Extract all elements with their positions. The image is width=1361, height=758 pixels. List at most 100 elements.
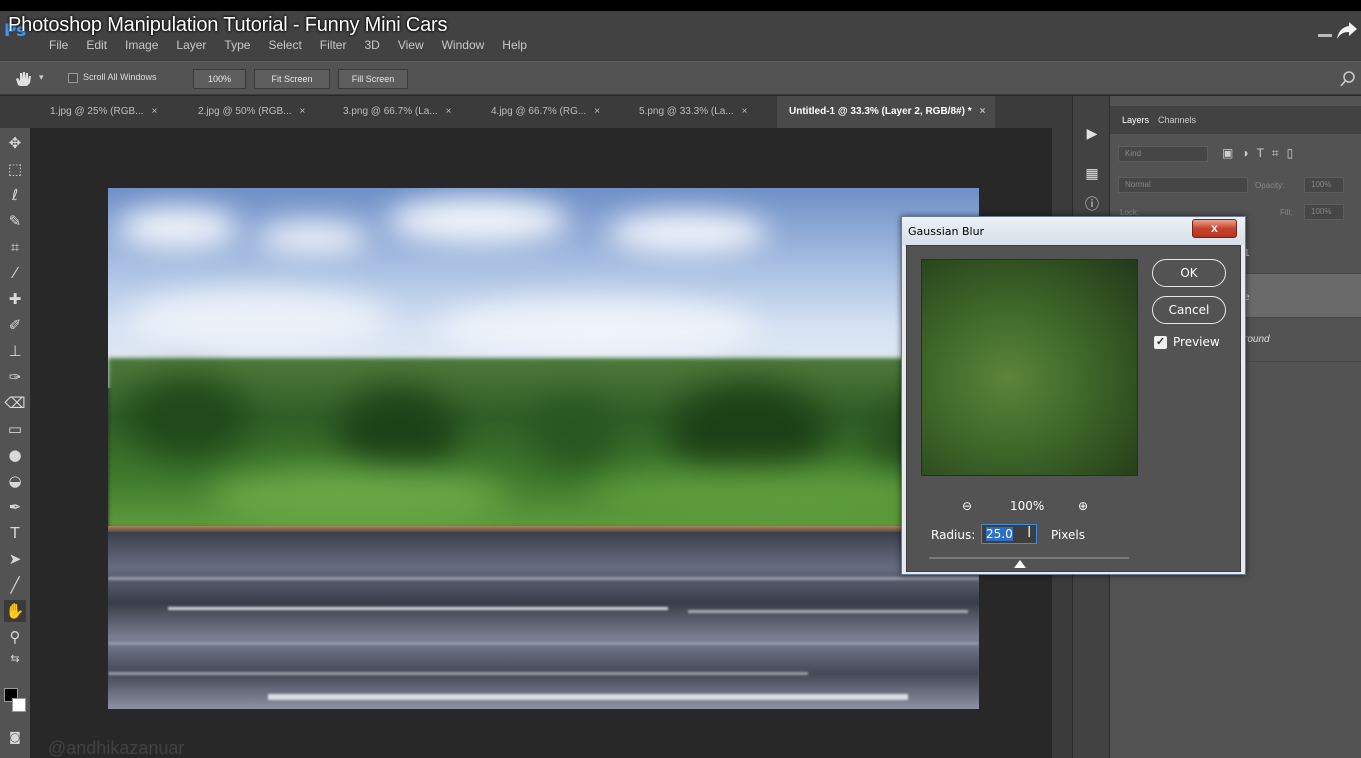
cloud <box>388 198 568 243</box>
motion-streak <box>268 694 908 700</box>
motion-streak <box>108 672 808 675</box>
cloud <box>118 208 238 248</box>
menu-window[interactable]: Window <box>433 38 494 52</box>
ok-button[interactable]: OK <box>1152 259 1226 287</box>
zoom-in-icon[interactable]: ⊕ <box>1078 499 1088 513</box>
grid-icon[interactable]: ▦ <box>1082 164 1102 184</box>
share-icon[interactable] <box>1335 18 1359 42</box>
dodge-tool-icon[interactable]: ◒ <box>4 470 26 492</box>
eyedropper-tool-icon[interactable]: ⁄ <box>4 262 26 284</box>
info-icon[interactable]: ⓘ <box>1082 195 1102 215</box>
close-icon[interactable]: × <box>446 106 452 117</box>
close-icon[interactable]: × <box>300 106 306 117</box>
close-icon[interactable]: × <box>594 106 600 117</box>
opacity-input[interactable]: 100% <box>1304 177 1344 193</box>
preview-checkbox[interactable]: ✓ <box>1154 336 1167 349</box>
tab-channels[interactable]: Channels <box>1158 115 1196 125</box>
tab-1-jpg[interactable]: 1.jpg @ 25% (RGB... × <box>50 96 157 128</box>
fit-screen-button[interactable]: Fit Screen <box>254 69 330 89</box>
blur-preview[interactable] <box>921 259 1138 476</box>
tab-label: 3.png @ 66.7% (La... <box>343 106 438 117</box>
marquee-tool-icon[interactable]: ⬚ <box>4 158 26 180</box>
tab-label: 2.jpg @ 50% (RGB... <box>198 106 292 117</box>
zoom-out-icon[interactable]: ⊖ <box>962 499 972 513</box>
cloud <box>608 213 768 253</box>
radius-slider-thumb[interactable] <box>1014 560 1026 568</box>
pen-tool-icon[interactable]: ✒ <box>4 496 26 518</box>
tab-untitled-1[interactable]: Untitled-1 @ 33.3% (Layer 2, RGB/8#) * × <box>777 96 996 128</box>
scroll-all-windows-label: Scroll All Windows <box>83 72 157 82</box>
fill-input[interactable]: 100% <box>1304 204 1344 220</box>
close-icon[interactable]: × <box>742 106 748 117</box>
menu-items: File Edit Image Layer Type Select Filter… <box>40 38 536 52</box>
menu-edit[interactable]: Edit <box>77 38 116 52</box>
search-icon[interactable] <box>1340 71 1356 87</box>
crop-tool-icon[interactable]: ⌗ <box>4 236 26 258</box>
blur-tool-icon[interactable]: ● <box>4 444 26 466</box>
hand-tool-icon[interactable] <box>14 71 32 87</box>
menu-help[interactable]: Help <box>493 38 536 52</box>
radius-slider[interactable] <box>929 557 1129 559</box>
document-canvas[interactable] <box>108 188 979 709</box>
opacity-label: Opacity: <box>1255 181 1285 190</box>
cancel-button[interactable]: Cancel <box>1152 296 1226 324</box>
preview-label: Preview <box>1173 335 1220 349</box>
menu-layer[interactable]: Layer <box>167 38 215 52</box>
scroll-all-windows-checkbox[interactable] <box>68 73 78 83</box>
minimize-icon[interactable] <box>1318 34 1332 37</box>
zoom-tool-icon[interactable]: ⚲ <box>4 626 26 648</box>
tab-2-jpg[interactable]: 2.jpg @ 50% (RGB... × <box>198 96 305 128</box>
zoom-level: 100% <box>1010 499 1045 513</box>
menu-file[interactable]: File <box>40 38 77 52</box>
video-title[interactable]: Photoshop Manipulation Tutorial - Funny … <box>8 14 448 37</box>
menu-image[interactable]: Image <box>116 38 167 52</box>
cloud <box>258 223 368 253</box>
tab-layers[interactable]: Layers <box>1122 115 1149 125</box>
line-tool-icon[interactable]: ╱ <box>4 574 26 596</box>
tree-blob <box>338 388 458 478</box>
fill-screen-button[interactable]: Fill Screen <box>338 69 408 89</box>
radius-label: Radius: <box>931 528 976 542</box>
layer-name: round <box>1244 334 1270 345</box>
gradient-tool-icon[interactable]: ▭ <box>4 418 26 440</box>
chevron-down-icon[interactable]: ▾ <box>39 72 44 83</box>
filter-icons[interactable]: ▣◑T⌗▯ <box>1222 146 1301 161</box>
layer-kind-filter[interactable]: Kind <box>1118 146 1208 162</box>
menu-view[interactable]: View <box>389 38 433 52</box>
zoom-100-button[interactable]: 100% <box>193 69 246 89</box>
healing-brush-icon[interactable]: ✚ <box>4 288 26 310</box>
layers-panel-tabs: Layers Channels <box>1110 106 1361 134</box>
background-color-swatch[interactable] <box>12 698 26 712</box>
pixels-label: Pixels <box>1051 528 1086 542</box>
lasso-tool-icon[interactable]: ℓ <box>4 184 26 206</box>
close-icon[interactable]: × <box>980 106 986 117</box>
menu-select[interactable]: Select <box>259 38 310 52</box>
tab-5-png[interactable]: 5.png @ 33.3% (La... × <box>639 96 748 128</box>
history-brush-icon[interactable]: ✑ <box>4 366 26 388</box>
play-icon[interactable]: ▶ <box>1082 124 1102 144</box>
quick-mask-icon[interactable]: ◙ <box>4 726 26 748</box>
close-button[interactable]: x <box>1192 219 1237 238</box>
menu-type[interactable]: Type <box>215 38 259 52</box>
tab-4-jpg[interactable]: 4.jpg @ 66.7% (RG... × <box>491 96 600 128</box>
tab-3-png[interactable]: 3.png @ 66.7% (La... × <box>343 96 452 128</box>
trees-region <box>108 358 979 528</box>
path-select-icon[interactable]: ➤ <box>4 548 26 570</box>
close-icon[interactable]: × <box>152 106 158 117</box>
eraser-tool-icon[interactable]: ⌫ <box>4 392 26 414</box>
menu-3d[interactable]: 3D <box>355 38 388 52</box>
tree-blob <box>528 398 618 468</box>
brush-tool-icon[interactable]: ✐ <box>4 314 26 336</box>
type-tool-icon[interactable]: T <box>4 522 26 544</box>
swap-colors-icon[interactable]: ⇆ <box>4 648 26 670</box>
dialog-title: Gaussian Blur <box>908 225 985 238</box>
cloud <box>438 298 758 358</box>
menu-filter[interactable]: Filter <box>311 38 356 52</box>
dialog-titlebar[interactable]: Gaussian Blur x <box>902 217 1245 245</box>
hand-tool-icon[interactable]: ✋ <box>4 600 26 622</box>
quick-select-tool-icon[interactable]: ✎ <box>4 210 26 232</box>
blend-mode-select[interactable]: Normal <box>1118 177 1248 193</box>
move-tool-icon[interactable]: ✥ <box>4 132 26 154</box>
motion-streak <box>168 607 668 610</box>
clone-stamp-icon[interactable]: ⊥ <box>4 340 26 362</box>
